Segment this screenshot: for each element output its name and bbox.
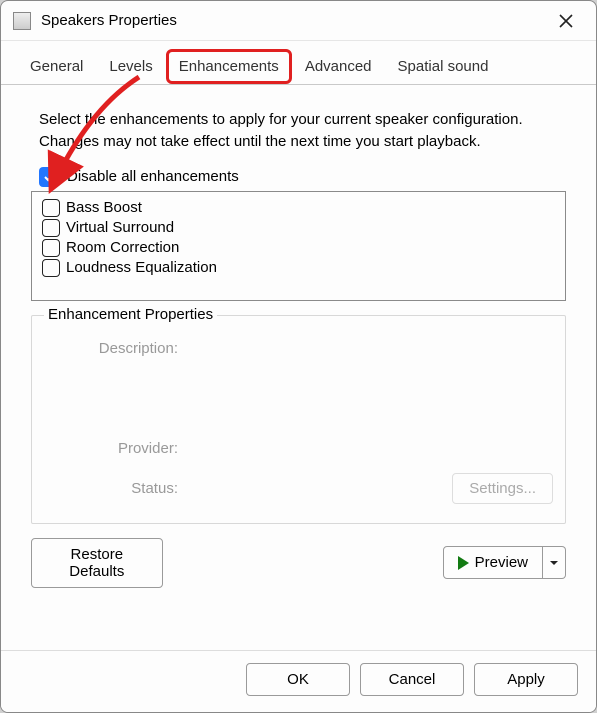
chevron-down-icon — [549, 558, 559, 568]
checkmark-icon — [43, 171, 55, 183]
speaker-app-icon — [13, 12, 31, 30]
tabstrip: General Levels Enhancements Advanced Spa… — [1, 41, 596, 85]
list-item[interactable]: Virtual Surround — [42, 218, 555, 238]
list-item[interactable]: Room Correction — [42, 238, 555, 258]
enhancement-checkbox[interactable] — [42, 259, 60, 277]
enhancement-checkbox[interactable] — [42, 199, 60, 217]
titlebar: Speakers Properties — [1, 1, 596, 41]
enhancement-label: Loudness Equalization — [66, 259, 217, 276]
close-button[interactable] — [548, 7, 584, 35]
enhancement-checkbox[interactable] — [42, 219, 60, 237]
preview-button[interactable]: Preview — [443, 546, 543, 579]
enhancements-listbox[interactable]: Bass Boost Virtual Surround Room Correct… — [31, 191, 566, 301]
properties-title: Enhancement Properties — [44, 306, 217, 323]
cancel-button[interactable]: Cancel — [360, 663, 464, 696]
disable-all-checkbox[interactable] — [39, 167, 59, 187]
preview-split-button: Preview — [443, 546, 566, 579]
settings-button[interactable]: Settings... — [452, 473, 553, 504]
apply-button[interactable]: Apply — [474, 663, 578, 696]
speakers-properties-dialog: Speakers Properties General Levels Enhan… — [0, 0, 597, 713]
tab-enhancements[interactable]: Enhancements — [166, 49, 292, 84]
tab-general[interactable]: General — [17, 49, 96, 84]
preview-label: Preview — [475, 554, 528, 571]
enhancement-checkbox[interactable] — [42, 239, 60, 257]
ok-button[interactable]: OK — [246, 663, 350, 696]
disable-all-label: Disable all enhancements — [67, 168, 239, 185]
enhancements-panel: Select the enhancements to apply for you… — [1, 85, 596, 650]
list-item[interactable]: Loudness Equalization — [42, 258, 555, 278]
status-label: Status: — [44, 480, 184, 497]
list-item[interactable]: Bass Boost — [42, 198, 555, 218]
tab-levels[interactable]: Levels — [96, 49, 165, 84]
enhancement-properties-group: Enhancement Properties Description: Prov… — [31, 315, 566, 524]
enhancement-label: Virtual Surround — [66, 219, 174, 236]
window-title: Speakers Properties — [41, 12, 548, 29]
dialog-footer: OK Cancel Apply — [1, 650, 596, 712]
intro-text: Select the enhancements to apply for you… — [39, 109, 562, 153]
play-icon — [458, 556, 469, 570]
description-label: Description: — [44, 340, 184, 357]
preview-dropdown-button[interactable] — [543, 546, 566, 579]
tab-advanced[interactable]: Advanced — [292, 49, 385, 84]
tab-spatial-sound[interactable]: Spatial sound — [385, 49, 502, 84]
enhancement-label: Bass Boost — [66, 199, 142, 216]
enhancement-label: Room Correction — [66, 239, 179, 256]
provider-label: Provider: — [44, 440, 184, 457]
restore-defaults-button[interactable]: Restore Defaults — [31, 538, 163, 588]
close-icon — [559, 14, 573, 28]
